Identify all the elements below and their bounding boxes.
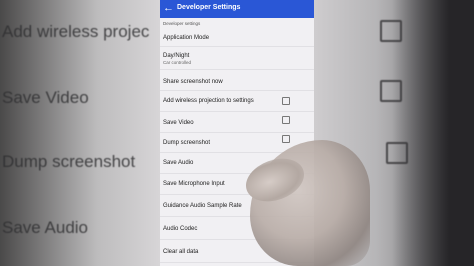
row-label: Dump screenshot [163, 140, 211, 146]
checkbox[interactable] [282, 97, 290, 105]
row-label: Share screenshot now [163, 79, 223, 85]
bg-text-dump-screenshot: Dump screenshot [2, 152, 136, 171]
row-sublabel: Car controlled [163, 60, 192, 65]
row-label: Day/Night [163, 53, 190, 59]
settings-row-save-video[interactable]: Save Video [160, 114, 314, 133]
settings-row-share-screenshot[interactable]: Share screenshot now [160, 74, 314, 91]
app-bar-title: Developer Settings [177, 4, 241, 11]
back-arrow-icon[interactable]: ← [163, 2, 175, 14]
row-label: Save Audio [163, 160, 194, 166]
row-label: Add wireless projection to settings [163, 98, 254, 104]
settings-row-add-wireless-projection[interactable]: Add wireless projection to settings [160, 93, 314, 112]
row-label: Save Microphone Input [163, 181, 225, 187]
bg-shadow [392, 0, 474, 266]
section-header: Developer settings [163, 21, 201, 26]
bg-text-save-video: Save Video [2, 88, 89, 107]
settings-row-day-night[interactable]: Day/Night Car controlled [160, 47, 314, 70]
checkbox[interactable] [282, 135, 290, 143]
checkbox[interactable] [282, 116, 290, 124]
bg-text-save-audio: Save Audio [2, 218, 89, 237]
row-label: Guidance Audio Sample Rate [163, 203, 242, 209]
background-blur-left: Add wireless projec Save Video Dump scre… [0, 0, 162, 266]
settings-row-application-mode[interactable]: Application Mode [160, 30, 314, 47]
app-bar: ← Developer Settings [160, 0, 314, 18]
row-label: Clear all data [163, 249, 199, 255]
row-label: Audio Codec [163, 226, 198, 232]
bg-text-add-wireless: Add wireless projec [2, 22, 150, 41]
row-label: Save Video [163, 120, 194, 126]
row-label: Application Mode [163, 35, 210, 41]
